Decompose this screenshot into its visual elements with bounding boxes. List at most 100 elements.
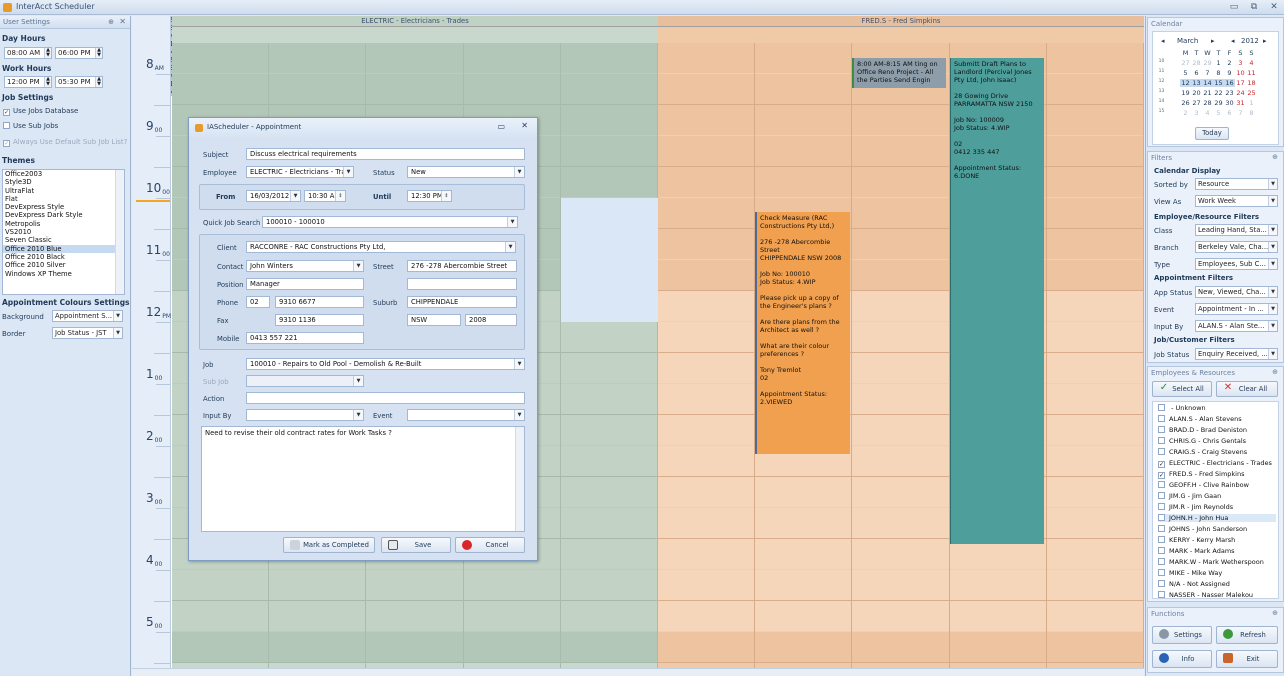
theme-item[interactable]: UltraFlat <box>3 187 124 195</box>
position-input[interactable]: Manager <box>246 278 364 290</box>
calendar-day[interactable]: 5 <box>1180 69 1191 77</box>
time-slot[interactable] <box>658 43 755 74</box>
calendar-day[interactable]: 10 <box>1235 69 1246 77</box>
time-slot[interactable] <box>463 74 560 105</box>
checkbox[interactable] <box>1158 448 1165 455</box>
resource-item[interactable]: JOHN.H - John Hua <box>1158 514 1276 522</box>
time-slot[interactable] <box>1046 508 1143 539</box>
resource-item[interactable]: JIM.R - Jim Reynolds <box>1158 503 1233 511</box>
notes-textarea[interactable]: Need to revise their old contract rates … <box>201 426 525 532</box>
time-slot[interactable] <box>852 384 949 415</box>
time-slot[interactable] <box>1046 570 1143 601</box>
calendar-day[interactable]: 13 <box>1191 79 1202 87</box>
day-column[interactable] <box>658 43 756 668</box>
time-slot[interactable] <box>560 384 657 415</box>
calendar-day[interactable]: 27 <box>1180 59 1191 67</box>
calendar-day[interactable]: 23 <box>1224 89 1235 97</box>
app-status-dropdown[interactable]: New, Viewed, Cha... ▼ <box>1195 286 1278 298</box>
input-by-filter-dropdown[interactable]: ALAN.S - Alan Ste... ▼ <box>1195 320 1278 332</box>
mobile-input[interactable]: 0413 557 221 <box>246 332 364 344</box>
time-slot[interactable] <box>949 601 1046 632</box>
restore-icon[interactable]: ⧉ <box>1246 1 1262 14</box>
sorted-by-dropdown[interactable]: Resource ▼ <box>1195 178 1278 190</box>
checkbox[interactable] <box>1158 569 1165 576</box>
calendar-day[interactable]: 21 <box>1202 89 1213 97</box>
theme-item[interactable]: Office2003 <box>3 170 124 178</box>
time-slot[interactable] <box>1046 477 1143 508</box>
quick-search-dropdown[interactable]: 100010 - 100010 ▼ <box>262 216 518 228</box>
minimize-icon[interactable]: ▭ <box>1226 1 1242 14</box>
checkbox[interactable] <box>1158 481 1165 488</box>
time-slot[interactable] <box>852 291 949 322</box>
street2-input[interactable] <box>407 278 517 290</box>
time-slot[interactable] <box>658 539 755 570</box>
save-button[interactable]: Save <box>381 537 451 553</box>
pin-icon[interactable]: ⊕ <box>1272 368 1278 376</box>
suburb-input[interactable]: CHIPPENDALE <box>407 296 517 308</box>
until-time-spinner[interactable]: 12:30 PM ⇕ <box>407 190 452 202</box>
resources-list[interactable]: - Unknown ALAN.S - Alan Stevens BRAD.D - B… <box>1152 401 1279 599</box>
calendar-day[interactable]: 25 <box>1246 89 1257 97</box>
time-slot[interactable] <box>463 570 560 601</box>
pin-icon[interactable]: ⊕ <box>108 18 114 26</box>
checkbox[interactable] <box>1158 536 1165 543</box>
time-slot[interactable] <box>852 539 949 570</box>
month-calendar[interactable]: ◂ March ▸ ◂ 2012 ▸ M T W T F S S 10 27 28 29 1 2 3 4 11… <box>1152 31 1279 145</box>
time-slot[interactable] <box>658 632 755 663</box>
time-slot[interactable] <box>949 632 1046 663</box>
calendar-day[interactable]: 29 <box>1213 99 1224 107</box>
close-icon[interactable]: ✕ <box>1266 1 1282 14</box>
time-slot[interactable] <box>755 136 852 167</box>
time-slot[interactable] <box>852 136 949 167</box>
calendar-day[interactable]: 9 <box>1224 69 1235 77</box>
theme-item[interactable]: Office 2010 Blue <box>3 244 124 253</box>
time-slot[interactable] <box>658 322 755 353</box>
resource-item[interactable]: - Unknown <box>1158 404 1206 412</box>
time-slot[interactable] <box>1046 384 1143 415</box>
time-slot[interactable] <box>658 136 755 167</box>
resource-item[interactable]: CHRIS.G - Chris Gentals <box>1158 437 1246 445</box>
branch-dropdown[interactable]: Berkeley Vale, Cha... ▼ <box>1195 241 1278 253</box>
calendar-day[interactable]: 2 <box>1180 109 1191 117</box>
day-column[interactable] <box>1046 43 1144 668</box>
themes-list[interactable]: Office2003 Style3D UltraFlat Flat DevExpress… <box>2 169 125 295</box>
calendar-day[interactable]: 3 <box>1191 109 1202 117</box>
calendar-day[interactable]: 1 <box>1213 59 1224 67</box>
resource-item[interactable]: N/A - Not Assigned <box>1158 580 1230 588</box>
use-jobs-db-checkbox[interactable]: ✓ Use Jobs Database <box>3 107 78 116</box>
checkbox[interactable] <box>1158 492 1165 499</box>
subject-input[interactable]: Discuss electrical requirements <box>246 148 525 160</box>
minimize-icon[interactable]: ▭ <box>497 122 505 131</box>
calendar-day[interactable]: 6 <box>1191 69 1202 77</box>
calendar-day[interactable]: 31 <box>1235 99 1246 107</box>
cancel-button[interactable]: Cancel <box>455 537 525 553</box>
contact-dropdown[interactable]: John Winters ▼ <box>246 260 364 272</box>
time-slot[interactable] <box>658 167 755 198</box>
time-slot[interactable] <box>172 74 269 105</box>
time-slot[interactable] <box>560 136 657 167</box>
street-input[interactable]: 276 -278 Abercombie Street <box>407 260 517 272</box>
checkbox[interactable] <box>1158 426 1165 433</box>
time-slot[interactable] <box>560 477 657 508</box>
time-slot[interactable] <box>852 167 949 198</box>
time-slot[interactable] <box>463 601 560 632</box>
calendar-day[interactable]: 28 <box>1202 99 1213 107</box>
time-slot[interactable] <box>658 229 755 260</box>
time-slot[interactable] <box>658 415 755 446</box>
calendar-day[interactable]: 20 <box>1191 89 1202 97</box>
select-all-button[interactable]: ✓ Select All <box>1152 381 1212 397</box>
theme-item[interactable]: DevExpress Style <box>3 203 124 211</box>
resource-item[interactable]: MIKE - Mike Way <box>1158 569 1222 577</box>
time-slot[interactable] <box>1046 198 1143 229</box>
calendar-day[interactable]: 26 <box>1180 99 1191 107</box>
time-slot[interactable] <box>852 415 949 446</box>
time-slot[interactable] <box>1046 539 1143 570</box>
time-slot[interactable] <box>1046 291 1143 322</box>
time-slot[interactable] <box>1046 322 1143 353</box>
resource-item[interactable]: KERRY - Kerry Marsh <box>1158 536 1235 544</box>
pin-icon[interactable]: ⊕ <box>1272 153 1278 161</box>
time-slot[interactable] <box>560 74 657 105</box>
time-slot[interactable] <box>269 43 366 74</box>
checkbox[interactable] <box>1158 558 1165 565</box>
theme-item[interactable]: Seven Classic <box>3 236 124 244</box>
